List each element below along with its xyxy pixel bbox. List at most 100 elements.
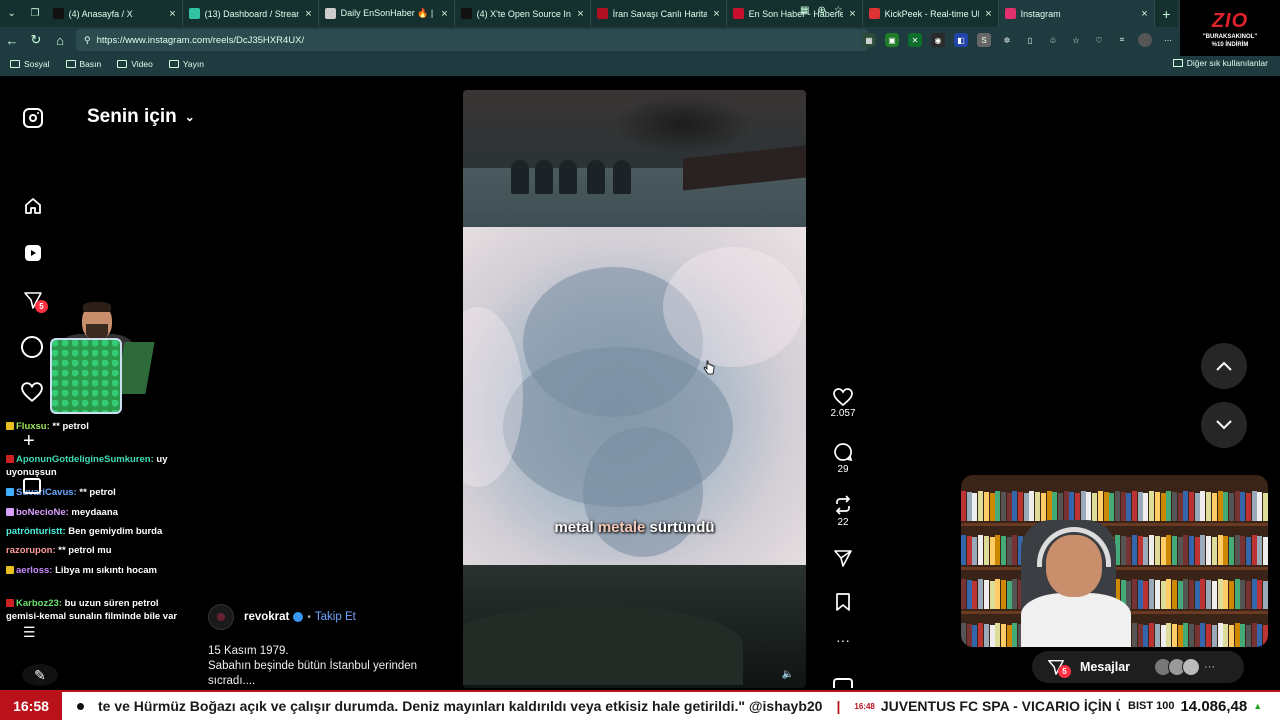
tab-favicon-icon xyxy=(460,8,472,19)
extension-icon[interactable]: S xyxy=(977,33,991,47)
dashboard-icon[interactable] xyxy=(23,478,41,494)
chat-badge-icon xyxy=(6,566,14,574)
reload-button[interactable]: ↻ xyxy=(24,32,48,48)
bookmark-folder-sosyal[interactable]: Sosyal xyxy=(10,59,50,69)
chat-username: patrönturistt: xyxy=(6,526,66,537)
chat-message: boNecioNe: meydaana xyxy=(6,506,184,519)
bookmark-folder-video[interactable]: Video xyxy=(117,59,153,69)
other-favorites[interactable]: Diğer sık kullanılanlar xyxy=(1172,58,1268,68)
close-tab-icon[interactable]: × xyxy=(435,8,447,20)
bookmark-icon xyxy=(836,593,850,611)
more-icon: ··· xyxy=(1204,661,1216,673)
save-button[interactable] xyxy=(825,592,861,612)
close-tab-icon[interactable]: × xyxy=(1135,8,1147,20)
browser-tab[interactable]: İran Savaşı Canlı Haritası - S× xyxy=(591,0,727,27)
chat-username: boNecioNe: xyxy=(16,507,69,518)
comment-button[interactable]: 29 xyxy=(825,442,861,475)
repost-button[interactable]: 22 xyxy=(825,495,861,528)
video-caption: metal metale sürtündü xyxy=(554,519,715,536)
chat-message: AponunGotdeligineSumkuren: uy uyonuşsun xyxy=(6,453,184,479)
zoom-icon[interactable]: ⊕ xyxy=(817,5,825,16)
chat-text: ** petrol xyxy=(76,487,116,498)
messages-button[interactable]: 5 Mesajlar ··· xyxy=(1032,651,1244,683)
video-frame-ship xyxy=(463,90,806,227)
heart-icon xyxy=(833,388,853,406)
browser-tab[interactable]: Instagram × xyxy=(998,0,1155,27)
close-tab-icon[interactable]: × xyxy=(979,8,991,20)
browser-tab[interactable]: KickPeek - Real-time URL C× xyxy=(863,0,999,27)
mute-icon[interactable]: 🔈 xyxy=(782,669,794,680)
extension-icon[interactable]: ◧ xyxy=(954,33,968,47)
profile-avatar[interactable] xyxy=(1138,33,1152,47)
browser-tab[interactable]: (13) Dashboard / Streamlab× xyxy=(183,0,319,27)
ticker-separator: | xyxy=(836,698,841,714)
chat-badge-icon xyxy=(6,508,14,516)
chat-message: patrönturistt: Ben gemiydim burda xyxy=(6,525,184,538)
close-tab-icon[interactable]: × xyxy=(299,8,311,20)
next-reel-button[interactable] xyxy=(1201,402,1247,448)
back-button[interactable]: ← xyxy=(0,33,24,48)
address-bar[interactable]: ⚲ https://www.instagram.com/reels/DcJ35H… xyxy=(76,29,868,51)
verified-badge-icon xyxy=(293,612,304,622)
home-icon[interactable] xyxy=(21,194,45,218)
more-options-icon[interactable]: ··· xyxy=(825,632,861,648)
browser-tab[interactable]: (4) X'te Open Source Intel:× xyxy=(455,0,591,27)
menu-icon[interactable]: ☰ xyxy=(23,624,36,641)
chat-message: aerloss: Libya mı sıkıntı hocam xyxy=(6,564,184,577)
author-avatar[interactable] xyxy=(208,604,234,630)
edit-icon[interactable]: ✎ xyxy=(22,664,58,686)
like-button[interactable]: 2.057 xyxy=(825,388,861,419)
reel-description[interactable]: 15 Kasım 1979. Sabahın beşinde bütün İst… xyxy=(208,644,438,689)
ticker-clock: 16:58 xyxy=(0,692,62,720)
reels-icon[interactable] xyxy=(21,241,45,265)
reel-video[interactable]: metal metale sürtündü 🔈 xyxy=(463,90,806,688)
create-icon[interactable]: + xyxy=(23,430,35,453)
promo-discount: %10 İNDİRİM xyxy=(1211,42,1249,48)
follow-button[interactable]: Takip Et xyxy=(315,611,356,623)
bookmark-folder-basin[interactable]: Basın xyxy=(65,59,101,69)
home-button[interactable]: ⌂ xyxy=(48,33,72,48)
search-icon[interactable] xyxy=(21,336,43,358)
bookmark-folder-yayin[interactable]: Yayın xyxy=(168,59,204,69)
feed-selector[interactable]: Senin için ⌄ xyxy=(87,106,195,128)
chat-badge-icon xyxy=(6,599,14,607)
close-tab-icon[interactable]: × xyxy=(843,8,855,20)
share-button[interactable] xyxy=(825,548,861,568)
browser-tab[interactable]: (4) Anasayfa / X × xyxy=(47,0,183,27)
favorites-icon[interactable]: ☆ xyxy=(1069,33,1083,47)
heart-nav-icon[interactable] xyxy=(21,382,43,403)
workspaces-icon[interactable]: ❐ xyxy=(23,0,46,27)
chevron-down-icon: ⌄ xyxy=(184,110,195,124)
tab-favicon-icon xyxy=(52,8,64,19)
video-frame-explosion: metal metale sürtündü xyxy=(463,227,806,565)
extension-icon[interactable]: ◉ xyxy=(931,33,945,47)
extension-icon[interactable]: ✕ xyxy=(908,33,922,47)
audio-thumbnail[interactable] xyxy=(825,678,861,688)
site-info-icon[interactable]: ⚲ xyxy=(84,35,91,46)
promo-overlay: ZIO "BURAKSAKINOL" %10 İNDİRİM xyxy=(1180,0,1280,56)
more-menu-icon[interactable]: ⋯ xyxy=(1161,33,1175,47)
split-screen-icon[interactable]: ▯ xyxy=(1023,33,1037,47)
avatar xyxy=(1182,658,1201,676)
hand-cursor-icon xyxy=(703,360,715,375)
close-tab-icon[interactable]: × xyxy=(571,8,583,20)
tab-list-button[interactable]: ⌄ xyxy=(0,0,23,27)
extension-icon[interactable]: ▣ xyxy=(885,33,899,47)
comment-count: 29 xyxy=(837,464,849,475)
new-tab-button[interactable]: + xyxy=(1155,6,1178,22)
reader-view-icon[interactable]: ▦ xyxy=(800,5,809,16)
favorite-star-icon[interactable]: ☆ xyxy=(834,5,843,16)
bookmarks-bar: Sosyal Basın Video Yayın Diğer sık kulla… xyxy=(0,55,1280,73)
previous-reel-button[interactable] xyxy=(1201,343,1247,389)
promo-logo: ZIO xyxy=(1211,10,1249,32)
close-tab-icon[interactable]: × xyxy=(163,8,175,20)
author-name[interactable]: revokrat xyxy=(244,611,289,623)
browser-tab[interactable]: Daily EnSonHaber 🔥 | Gün× xyxy=(319,0,455,27)
browser-essentials-icon[interactable]: ♡ xyxy=(1092,33,1106,47)
screenshot-icon[interactable]: ⌗ xyxy=(1115,33,1129,47)
instagram-logo-icon[interactable] xyxy=(23,108,43,128)
collections-icon[interactable]: ♧ xyxy=(1046,33,1060,47)
close-tab-icon[interactable]: × xyxy=(707,8,719,20)
extension-icon[interactable]: ▦ xyxy=(862,33,876,47)
puzzle-icon[interactable]: ✲ xyxy=(1000,33,1014,47)
